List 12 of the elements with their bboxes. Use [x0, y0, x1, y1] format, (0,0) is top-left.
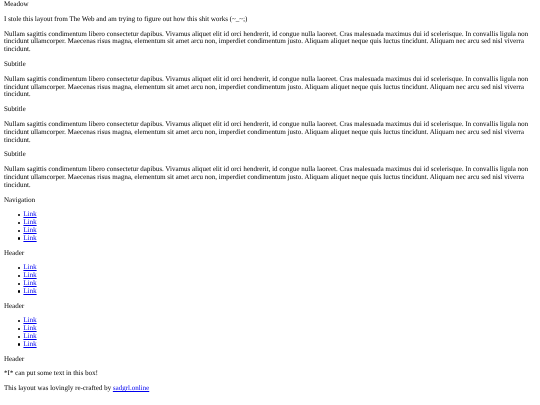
- bullet-icon: [18, 282, 20, 286]
- bullet-icon: [18, 320, 20, 322]
- bullet-icon: [18, 328, 20, 330]
- bullet-icon: [18, 214, 20, 216]
- bullet-icon: [18, 267, 20, 270]
- bullet-icon: [18, 274, 20, 278]
- bullet-icon: [18, 336, 20, 338]
- bullet-icon: [18, 230, 20, 232]
- bullet-icon: [18, 290, 20, 293]
- bullet-icon: [18, 237, 20, 240]
- bullet-icon: [18, 343, 20, 346]
- bullet-icon: [18, 222, 20, 224]
